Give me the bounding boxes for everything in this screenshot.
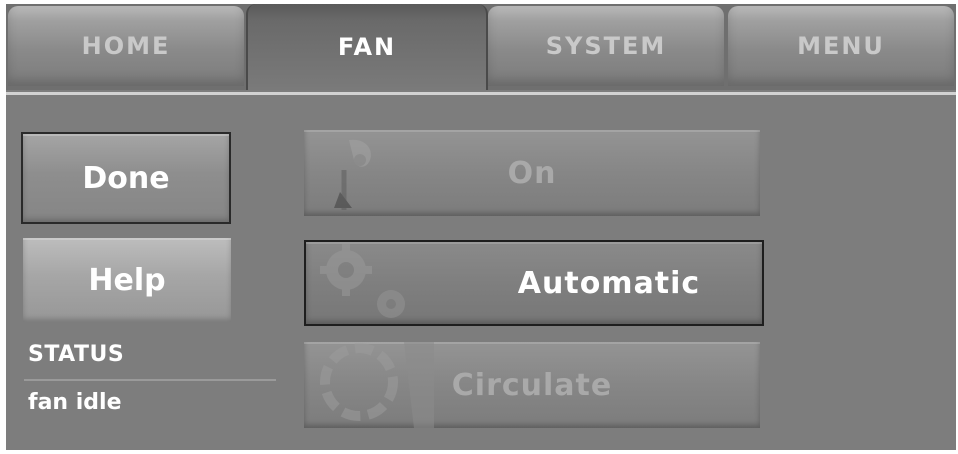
fan-on-button[interactable]: On bbox=[304, 130, 760, 216]
help-button-label: Help bbox=[88, 262, 166, 298]
tab-system[interactable]: SYSTEM bbox=[488, 6, 724, 86]
fan-automatic-button[interactable]: Automatic bbox=[304, 240, 764, 326]
tab-divider bbox=[6, 92, 956, 95]
fan-circulate-label: Circulate bbox=[451, 367, 613, 403]
status-title: STATUS bbox=[28, 342, 125, 367]
done-button[interactable]: Done bbox=[21, 132, 231, 224]
status-divider bbox=[24, 379, 276, 381]
fan-on-label: On bbox=[507, 155, 557, 191]
circulation-icon bbox=[320, 342, 434, 428]
tab-menu[interactable]: MENU bbox=[728, 6, 954, 86]
done-button-label: Done bbox=[82, 160, 170, 196]
thermostat-screen: HOME FAN SYSTEM MENU Done Help STATUS fa… bbox=[6, 4, 956, 450]
tab-bar: HOME FAN SYSTEM MENU bbox=[6, 4, 956, 90]
fan-automatic-label: Automatic bbox=[517, 265, 701, 301]
status-value: fan idle bbox=[28, 390, 122, 415]
gears-icon bbox=[320, 244, 405, 318]
fan-icon bbox=[334, 139, 371, 210]
fan-circulate-button[interactable]: Circulate bbox=[304, 342, 760, 428]
help-button[interactable]: Help bbox=[23, 238, 231, 322]
tab-fan[interactable]: FAN bbox=[246, 4, 488, 90]
tab-home[interactable]: HOME bbox=[8, 6, 244, 86]
